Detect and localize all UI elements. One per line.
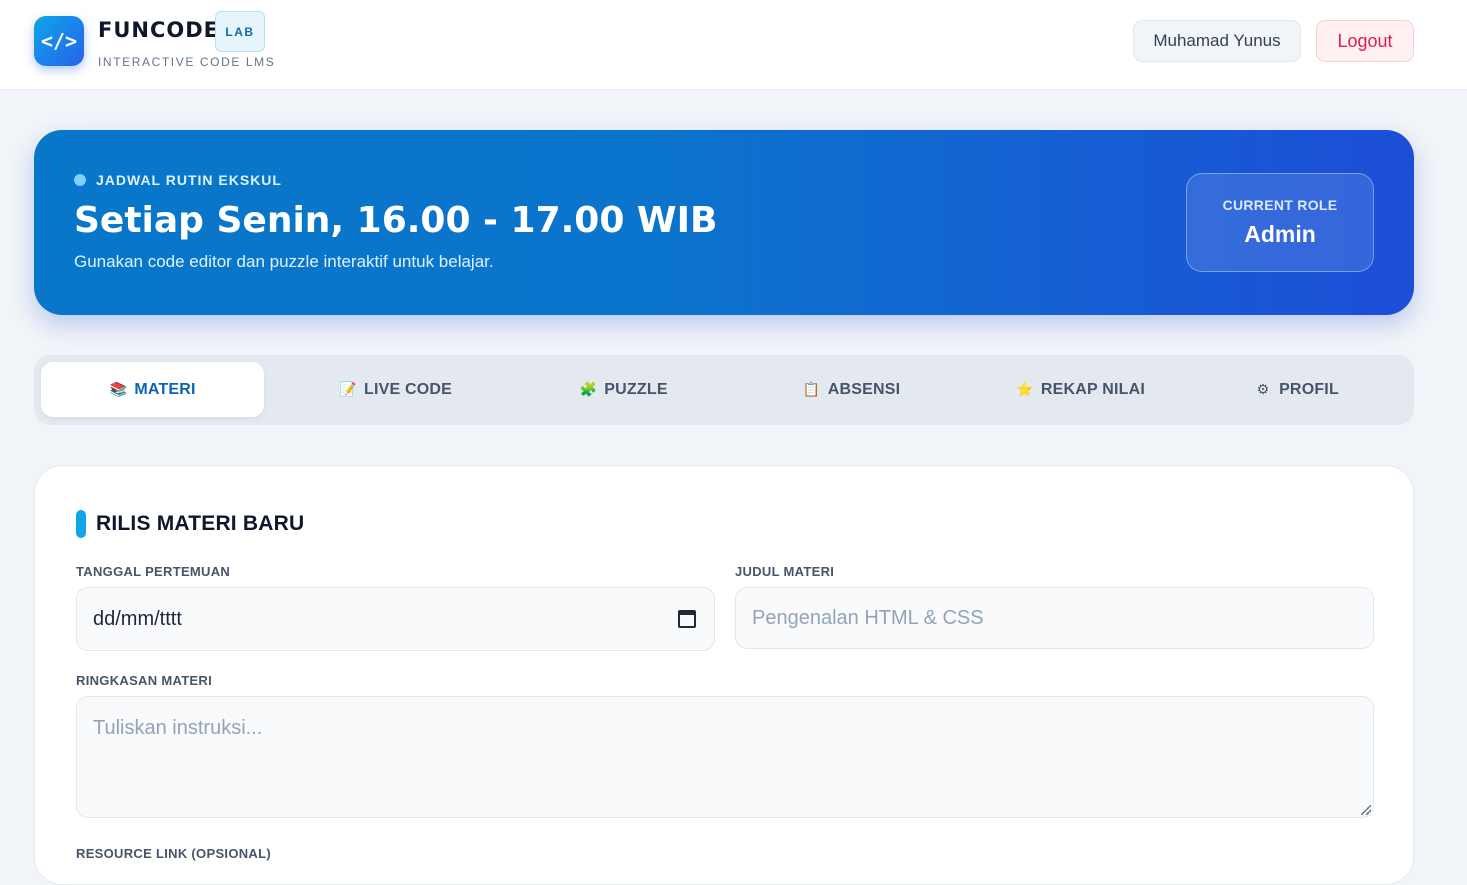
resize-handle-icon[interactable] [1361, 805, 1371, 815]
calendar-icon[interactable] [678, 610, 696, 628]
clipboard-icon: 📋 [802, 381, 821, 397]
tab-profil[interactable]: ⚙ PROFIL [1185, 362, 1408, 417]
current-role-card: CURRENT ROLE Admin [1186, 173, 1374, 272]
gear-icon: ⚙ [1256, 381, 1270, 397]
title-label: JUDUL MATERI [735, 564, 835, 579]
user-profile-button[interactable]: Muhamad Yunus [1133, 20, 1301, 62]
section-accent-bar [76, 510, 86, 538]
tab-label: REKAP NILAI [1040, 380, 1146, 398]
tab-puzzle[interactable]: 🧩 PUZZLE [512, 362, 735, 417]
tab-materi[interactable]: 📚 MATERI [41, 362, 264, 417]
tab-label: LIVE CODE [363, 380, 453, 398]
puzzle-icon: 🧩 [579, 381, 598, 397]
tab-label: MATERI [134, 380, 196, 398]
star-icon: ⭐ [1016, 381, 1034, 397]
status-dot-icon [74, 174, 86, 186]
date-label: TANGGAL PERTEMUAN [76, 564, 231, 579]
banner-description: Gunakan code editor dan puzzle interakti… [74, 252, 494, 271]
memo-icon: 📝 [339, 381, 357, 397]
tab-label: PUZZLE [604, 380, 668, 398]
brand-badge: LAB [215, 11, 265, 52]
brand-subtitle: INTERACTIVE CODE LMS [98, 55, 276, 69]
release-material-form: RILIS MATERI BARU TANGGAL PERTEMUAN dd/m… [34, 465, 1414, 885]
summary-textarea[interactable]: Tuliskan instruksi... [76, 696, 1374, 818]
brand-name: FUNCODE [98, 18, 220, 42]
role-label: CURRENT ROLE [1222, 197, 1338, 213]
tab-absensi[interactable]: 📋 ABSENSI [740, 362, 963, 417]
date-input[interactable]: dd/mm/tttt [76, 587, 715, 651]
tab-label: ABSENSI [827, 380, 901, 398]
code-logo-icon[interactable]: </> [34, 16, 84, 66]
main-tabs: 📚 MATERI 📝 LIVE CODE 🧩 PUZZLE 📋 ABSENSI … [34, 355, 1414, 425]
section-title: RILIS MATERI BARU [96, 512, 305, 535]
date-value: dd/mm/tttt [93, 607, 182, 630]
title-placeholder: Pengenalan HTML & CSS [752, 606, 984, 629]
summary-label: RINGKASAN MATERI [76, 673, 212, 688]
schedule-banner: JADWAL RUTIN EKSKUL Setiap Senin, 16.00 … [34, 130, 1414, 315]
tab-live-code[interactable]: 📝 LIVE CODE [284, 362, 507, 417]
top-navbar: </> FUNCODE LAB INTERACTIVE CODE LMS Muh… [0, 0, 1467, 90]
tab-label: PROFIL [1279, 380, 1339, 398]
resource-link-label: RESOURCE LINK (OPSIONAL) [76, 846, 271, 861]
title-input[interactable]: Pengenalan HTML & CSS [735, 587, 1374, 649]
books-icon: 📚 [109, 381, 128, 397]
banner-title: Setiap Senin, 16.00 - 17.00 WIB [74, 200, 718, 241]
logout-button[interactable]: Logout [1316, 20, 1414, 62]
banner-kicker: JADWAL RUTIN EKSKUL [96, 172, 282, 188]
role-value: Admin [1244, 221, 1316, 247]
summary-placeholder: Tuliskan instruksi... [93, 717, 263, 739]
tab-rekap-nilai[interactable]: ⭐ REKAP NILAI [969, 362, 1192, 417]
